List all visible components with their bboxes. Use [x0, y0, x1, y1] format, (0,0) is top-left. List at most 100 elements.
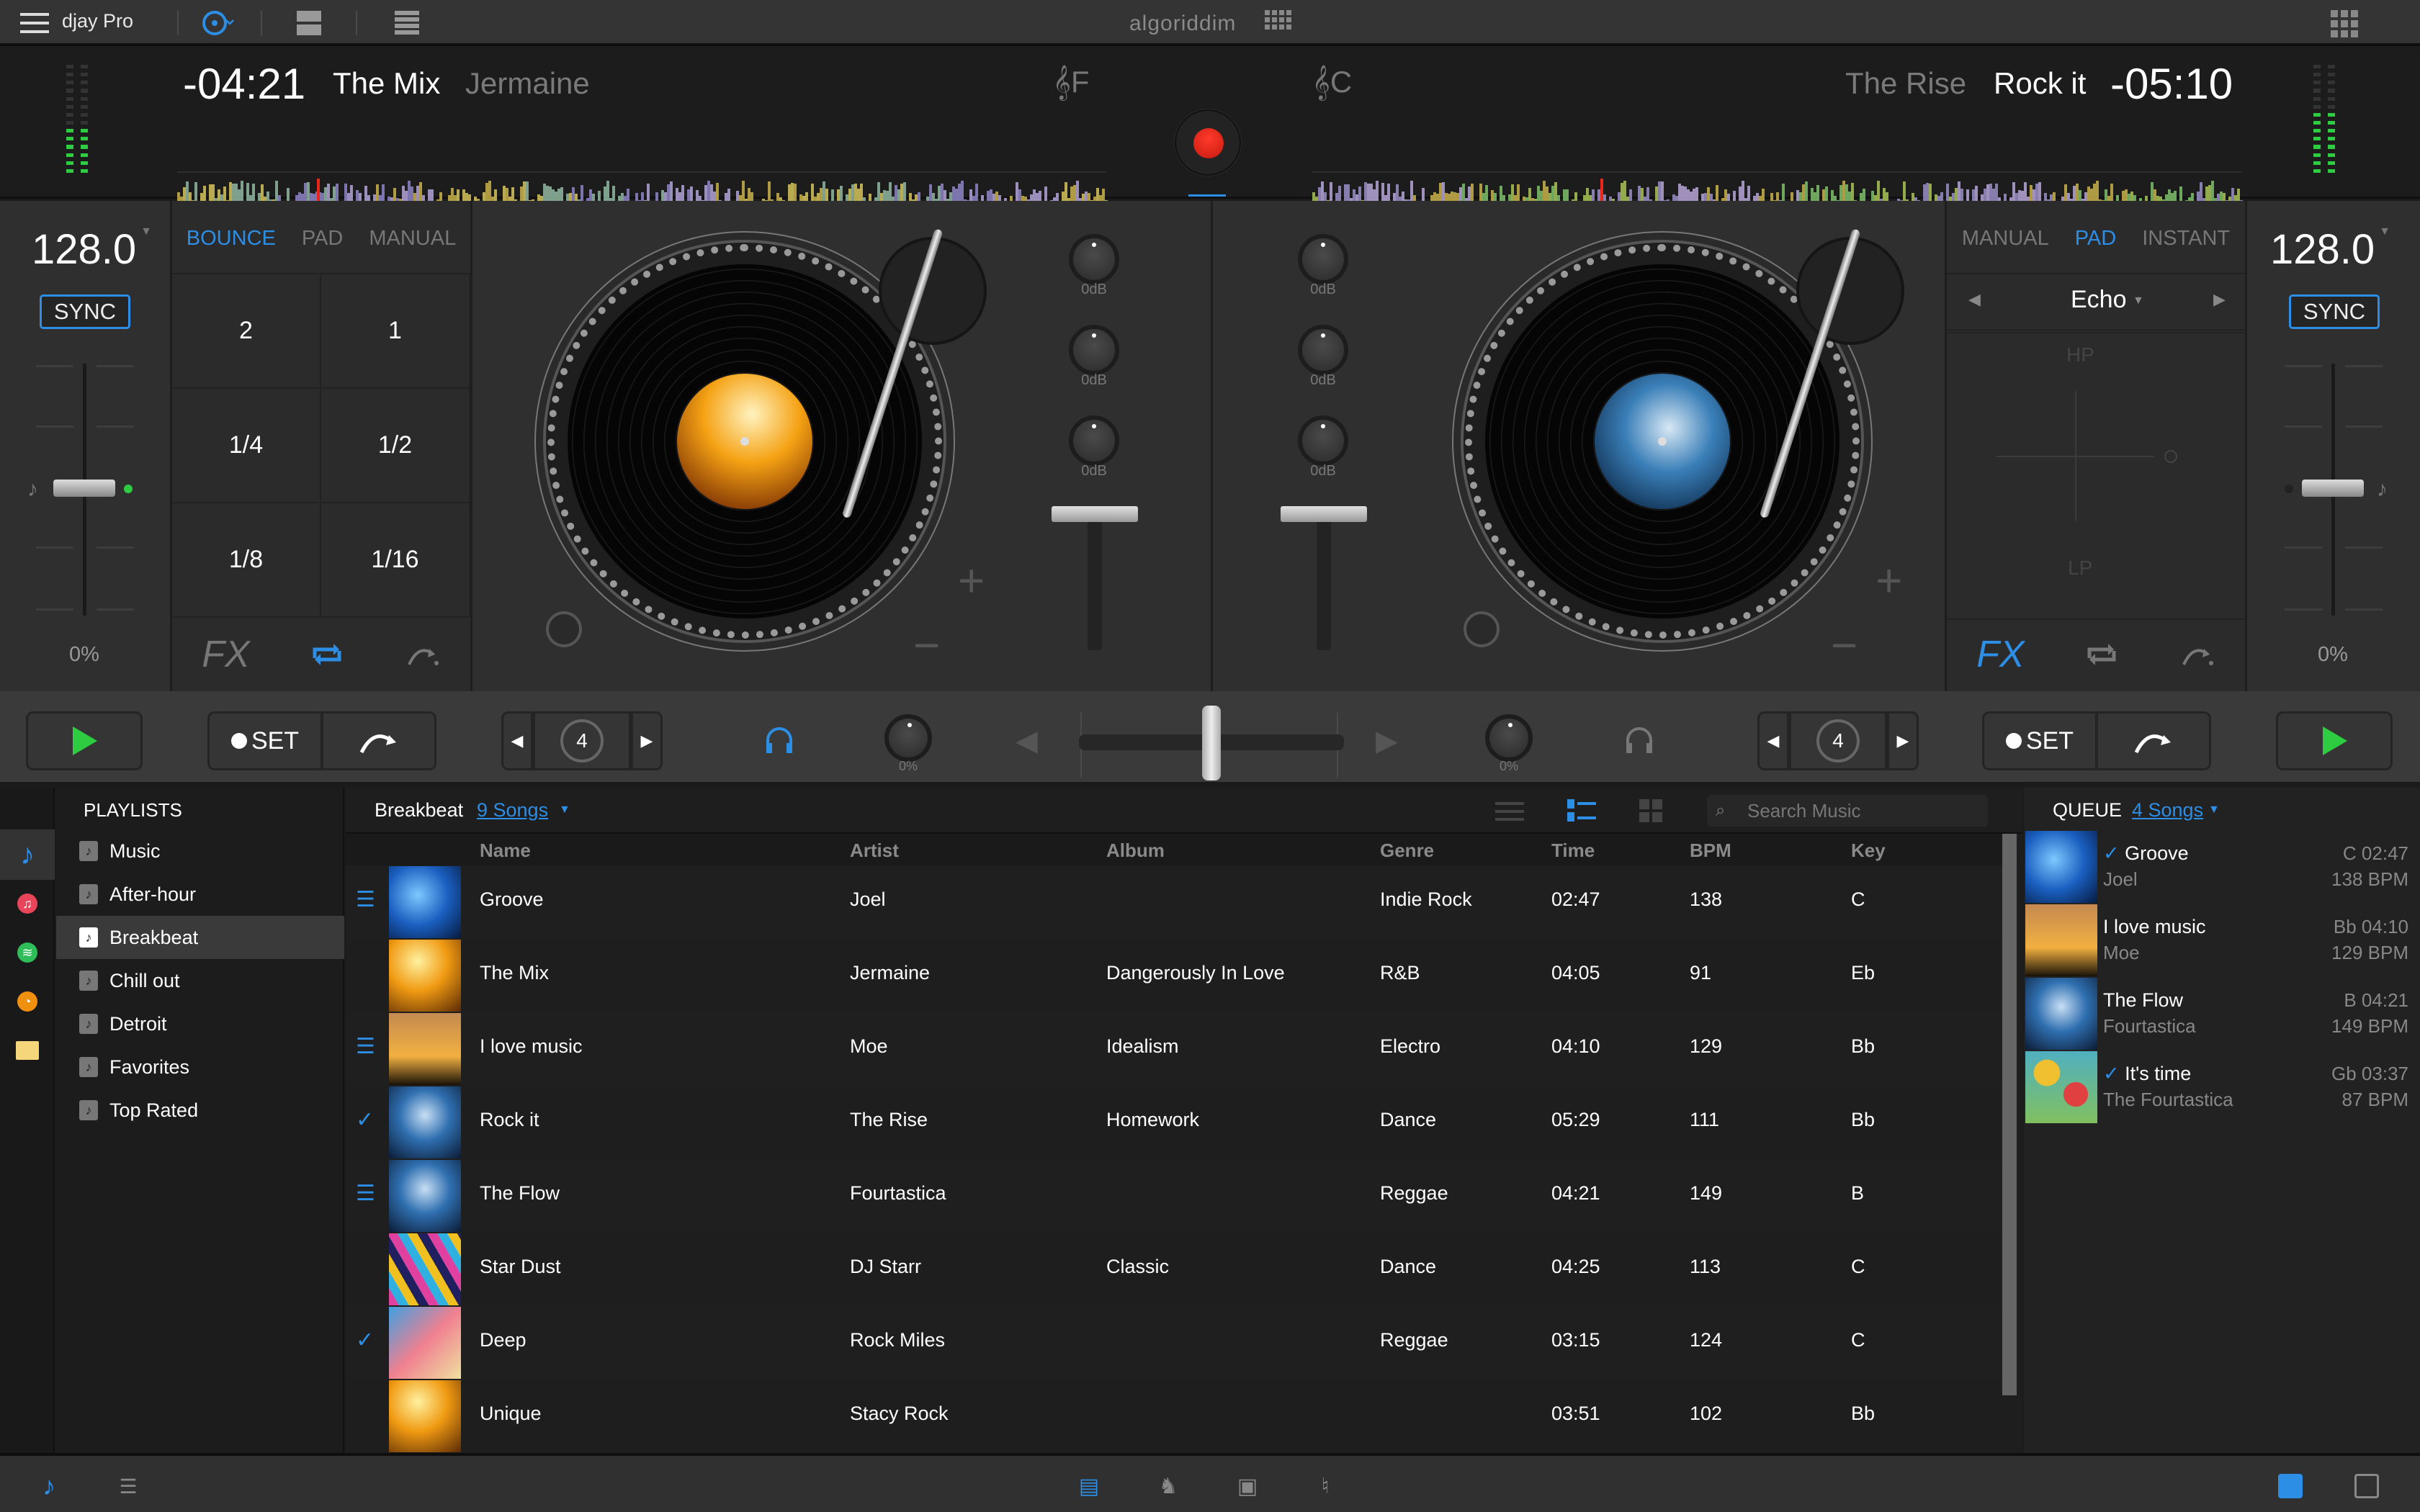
fx-selector[interactable]: ◀ Echo ▼ ▶ [1947, 273, 2245, 330]
queue-item[interactable]: ✓ It's time The Fourtastica Gb 03:37 87 … [2024, 1051, 2420, 1125]
table-row[interactable]: Star Dust DJ Starr Classic Dance 04:25 113 C [346, 1233, 2002, 1306]
skip-forward-icon[interactable] [2179, 640, 2215, 669]
queue-count-dropdown[interactable]: 4 Songs [2132, 799, 2203, 822]
queue-item[interactable]: ✓ Groove Joel C 02:47 138 BPM [2024, 831, 2420, 904]
loop-pad[interactable]: 1/16 [321, 503, 470, 618]
loop-pad[interactable]: 2 [172, 274, 321, 389]
loop-increase-right[interactable]: ▶ [1887, 711, 1919, 770]
column-header-time[interactable]: Time [1551, 840, 1595, 862]
pitch-handle[interactable] [2302, 480, 2364, 497]
column-header-name[interactable]: Name [480, 840, 531, 862]
queue-item[interactable]: The Flow Fourtastica B 04:21 149 BPM [2024, 978, 2420, 1051]
preview-toggle-button[interactable] [2351, 1469, 2383, 1503]
turntable-left[interactable]: + − [519, 208, 987, 671]
loop-length-left[interactable]: 4 [533, 711, 631, 770]
plus-icon[interactable]: + [1876, 554, 1902, 607]
grid-apps-icon[interactable] [2331, 10, 2358, 37]
loop-pad[interactable]: 1/2 [321, 389, 470, 503]
artists-button[interactable]: ♞ [1152, 1469, 1184, 1503]
loop-pad[interactable]: 1 [321, 274, 470, 389]
browse-tracks-button[interactable]: ▤ [1073, 1469, 1105, 1503]
source-history[interactable]: ◔ [0, 976, 55, 1027]
reverse-button[interactable] [1464, 611, 1500, 647]
crossfader-handle[interactable] [1202, 706, 1221, 780]
key-left[interactable]: 𝄞F [1053, 65, 1089, 100]
deck-mode-button[interactable] [199, 9, 242, 37]
previous-fx-icon[interactable]: ◀ [1968, 290, 1981, 309]
crossfader-left-arrow-icon[interactable]: ◀ [1016, 724, 1038, 757]
fader-handle[interactable] [1281, 506, 1367, 522]
playlist-item[interactable]: ♪ Top Rated [56, 1089, 344, 1132]
gain-knob-right[interactable] [1485, 714, 1533, 762]
volume-fader-left[interactable] [1052, 506, 1138, 657]
list-view-button[interactable] [1567, 799, 1596, 822]
playlist-item[interactable]: ♪ Breakbeat [56, 916, 344, 959]
cue-jump-button-right[interactable] [2096, 711, 2211, 770]
headphones-cue-right[interactable] [1623, 724, 1655, 760]
table-row[interactable]: ☰ Groove Joel Indie Rock 02:47 138 C [346, 865, 2002, 939]
reverse-button[interactable] [546, 611, 582, 647]
minus-icon[interactable]: − [1831, 618, 1857, 672]
playlist-item[interactable]: ♪ Chill out [56, 959, 344, 1002]
column-header-album[interactable]: Album [1106, 840, 1165, 862]
loop-length-right[interactable]: 4 [1789, 711, 1887, 770]
column-header-genre[interactable]: Genre [1380, 840, 1434, 862]
eq-high-knob-right[interactable] [1298, 234, 1348, 284]
play-button-left[interactable] [26, 711, 143, 770]
fx-button-left[interactable]: FX [202, 633, 249, 676]
crossfader-right-arrow-icon[interactable]: ▶ [1376, 724, 1398, 757]
volume-fader-right[interactable] [1281, 506, 1367, 657]
set-cue-button-left[interactable]: SET [207, 711, 323, 770]
set-cue-button-right[interactable]: SET [1982, 711, 2097, 770]
pitch-slider-left[interactable]: ♪ [27, 364, 138, 623]
scrollbar[interactable] [2002, 834, 2017, 1395]
queue-item[interactable]: I love music Moe Bb 04:10 129 BPM [2024, 904, 2420, 978]
eq-high-knob-left[interactable] [1069, 234, 1119, 284]
record-button[interactable] [1175, 109, 1241, 176]
fx-xy-pad[interactable]: HP LP [1947, 332, 2245, 620]
albums-button[interactable]: ▣ [1232, 1469, 1263, 1503]
headphones-cue-left[interactable] [763, 724, 795, 760]
next-fx-icon[interactable]: ▶ [2213, 290, 2226, 309]
compact-view-button[interactable] [1495, 802, 1524, 821]
list-layout-button[interactable] [395, 11, 419, 35]
sync-button-left[interactable]: SYNC [40, 294, 130, 329]
eq-low-knob-right[interactable] [1298, 415, 1348, 466]
playlist-item[interactable]: ♪ Favorites [56, 1045, 344, 1089]
loop-icon[interactable] [2084, 638, 2120, 671]
play-button-right[interactable] [2276, 711, 2393, 770]
loop-decrease-right[interactable]: ◀ [1757, 711, 1789, 770]
loop-tab-bounce[interactable]: BOUNCE [187, 227, 276, 251]
column-header-artist[interactable]: Artist [850, 840, 899, 862]
playlist-item[interactable]: ♪ Detroit [56, 1002, 344, 1045]
menu-icon[interactable] [20, 13, 49, 33]
loop-pad[interactable]: 1/8 [172, 503, 321, 618]
fx-tab-instant[interactable]: INSTANT [2142, 227, 2230, 251]
table-row[interactable]: ☰ I love music Moe Idealism Electro 04:10 129 B… [346, 1012, 2002, 1086]
eq-mid-knob-right[interactable] [1298, 325, 1348, 375]
loop-increase-left[interactable]: ▶ [631, 711, 663, 770]
source-files[interactable] [0, 1025, 55, 1076]
queue-toggle-button[interactable] [2275, 1469, 2306, 1503]
grid-view-button[interactable] [1639, 799, 1662, 822]
loop-tab-pad[interactable]: PAD [302, 227, 343, 251]
eq-mid-knob-left[interactable] [1069, 325, 1119, 375]
search-input[interactable]: ⌕ Search Music [1707, 795, 1988, 827]
playlist-item[interactable]: ♪ After-hour [56, 873, 344, 916]
two-deck-layout-button[interactable] [297, 11, 321, 35]
fx-tab-manual[interactable]: MANUAL [1962, 227, 2049, 251]
sync-button-right[interactable]: SYNC [2289, 294, 2380, 329]
table-row[interactable]: ✓ Deep Rock Miles Reggae 03:15 124 C [346, 1306, 2002, 1380]
cue-jump-button-left[interactable] [321, 711, 436, 770]
loop-tab-manual[interactable]: MANUAL [369, 227, 456, 251]
table-row[interactable]: Unique Stacy Rock 03:51 102 Bb [346, 1380, 2002, 1453]
fx-tab-pad[interactable]: PAD [2075, 227, 2116, 251]
table-row[interactable]: The Mix Jermaine Dangerously In Love R&B 04:… [346, 939, 2002, 1012]
key-right[interactable]: 𝄞C [1312, 65, 1352, 100]
song-count-dropdown[interactable]: 9 Songs [477, 799, 548, 822]
playlist-edit-button[interactable]: ☰ [112, 1469, 144, 1503]
column-header-bpm[interactable]: BPM [1690, 840, 1731, 862]
source-music[interactable]: ♪ [0, 829, 55, 880]
table-row[interactable]: ✓ Rock it The Rise Homework Dance 05:29 111 Bb [346, 1086, 2002, 1159]
source-itunes[interactable]: ♫ [0, 878, 55, 929]
